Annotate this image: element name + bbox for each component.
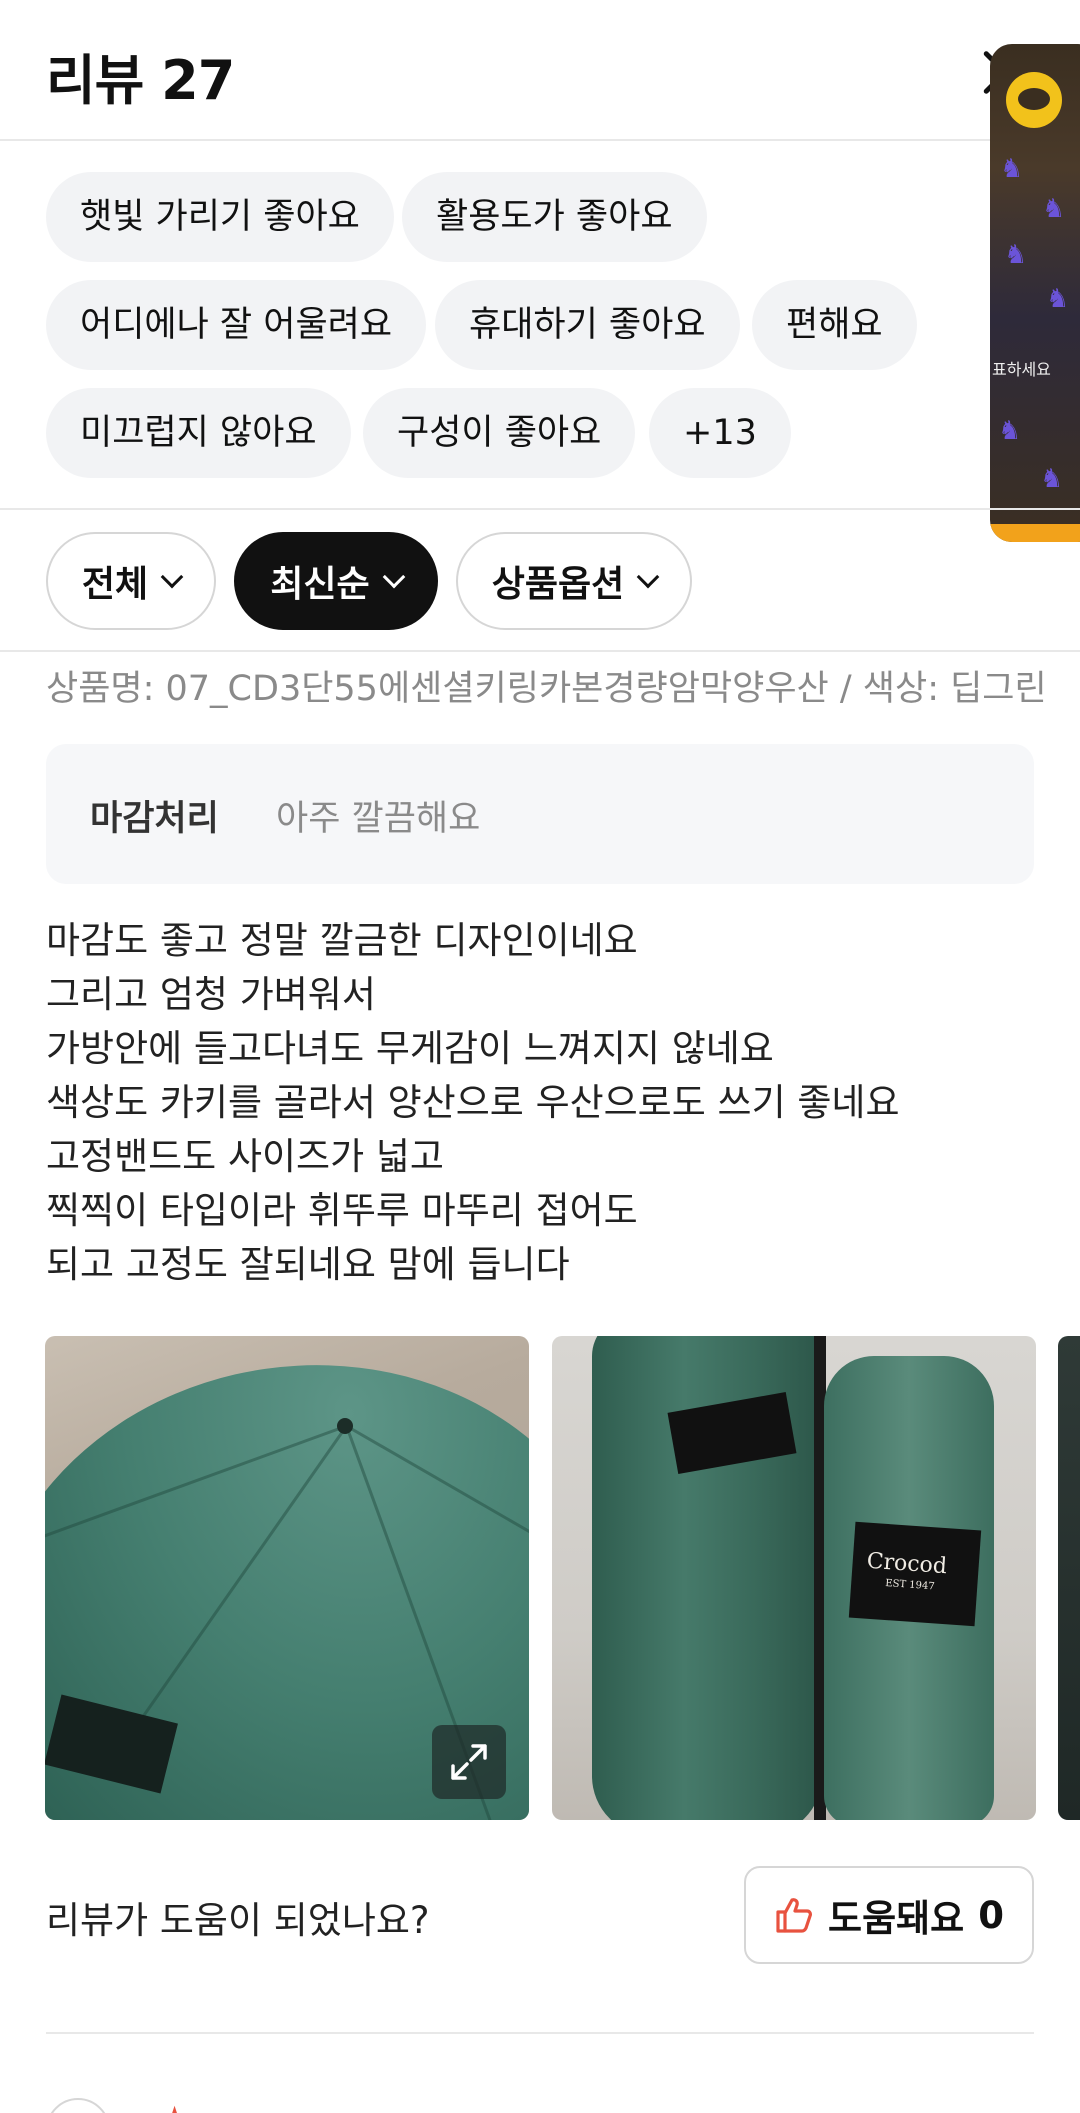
chevron-down-icon (636, 565, 660, 589)
helpful-button[interactable]: 도움돼요 0 (744, 1866, 1034, 1964)
filter-all-dropdown[interactable]: 전체 (46, 532, 216, 630)
thumbs-up-icon (776, 1898, 812, 1933)
review-line: 되고 고정도 잘되네요 맘에 듭니다 (46, 1243, 570, 1286)
keyword-chip[interactable]: 어디에나 잘 어울려요 (46, 280, 427, 370)
video-character-icon (1006, 72, 1062, 128)
keyword-chip[interactable]: 편해요 (752, 280, 917, 370)
section-divider (0, 508, 1080, 510)
review-line: 찍찍이 타입이라 휘뚜루 마뚜리 접어도 (46, 1189, 638, 1232)
helpful-question: 리뷰가 도움이 되었나요? (46, 1899, 430, 1942)
evaluation-label: 마감처리 (90, 799, 219, 839)
video-bottom-bar (990, 524, 1080, 542)
keyword-chip[interactable]: 구성이 좋아요 (363, 388, 636, 478)
product-option-dropdown[interactable]: 상품옵션 (456, 532, 692, 630)
brand-tag: Crocod EST 1947 (848, 1521, 982, 1627)
keyword-chip[interactable]: 햇빛 가리기 좋아요 (46, 172, 394, 262)
review-product-option: 상품명: 07_CD3단55에센셜키링카본경량암막양우산 / 색상: 딥그린 (46, 669, 1047, 709)
keyword-chip[interactable]: 미끄럽지 않아요 (46, 388, 351, 478)
review-header: 리뷰 27 (0, 0, 1080, 141)
brand-text: Crocod (865, 1548, 948, 1580)
keyword-chip[interactable]: 활용도가 좋아요 (402, 172, 707, 262)
avatar (46, 2098, 110, 2113)
review-line: 색상도 카키를 골라서 양산으로 우산으로도 쓰기 좋네요 (46, 1081, 900, 1124)
page-title: 리뷰 27 (46, 49, 235, 112)
review-photo-partial[interactable] (1058, 1336, 1080, 1820)
keyword-chip[interactable]: 휴대하기 좋아요 (435, 280, 740, 370)
sort-latest-dropdown[interactable]: 최신순 (234, 532, 438, 630)
filter-label: 최신순 (270, 564, 370, 605)
evaluation-box: 마감처리 아주 깔끔해요 (46, 744, 1034, 884)
more-keywords-chip[interactable]: +13 (649, 388, 791, 478)
filter-label: 상품옵션 (491, 564, 625, 605)
helpful-count: 0 (978, 1893, 1004, 1937)
chevron-down-icon (160, 565, 184, 589)
chevron-down-icon (382, 565, 406, 589)
review-photo[interactable]: Crocod EST 1947 (552, 1336, 1036, 1820)
review-line: 그리고 엄청 가벼워서 (46, 973, 376, 1016)
umbrella-tip (337, 1418, 353, 1434)
video-caption: 표하세요 (992, 360, 1051, 379)
floating-video-thumbnail[interactable]: ♞ ♞ ♞ ♞ ♞ ♞ 표하세요 (990, 44, 1080, 542)
filter-label: 전체 (81, 564, 149, 605)
brand-subtext: EST 1947 (884, 1577, 935, 1593)
review-divider (46, 2032, 1034, 2034)
review-line: 마감도 좋고 정말 깔금한 디자인이네요 (46, 919, 638, 962)
evaluation-value: 아주 깔끔해요 (276, 799, 481, 839)
review-photo[interactable] (45, 1336, 529, 1820)
review-body: 마감도 좋고 정말 깔금한 디자인이네요 그리고 엄청 가벼워서 가방안에 들고… (46, 914, 1026, 1292)
star-icon: ★ (162, 2100, 187, 2113)
review-line: 가방안에 들고다녀도 무게감이 느껴지지 않네요 (46, 1027, 774, 1070)
expand-icon[interactable] (432, 1725, 506, 1799)
section-divider (0, 650, 1080, 652)
review-line: 고정밴드도 사이즈가 넓고 (46, 1135, 444, 1178)
helpful-label: 도움돼요 (828, 1897, 965, 1940)
